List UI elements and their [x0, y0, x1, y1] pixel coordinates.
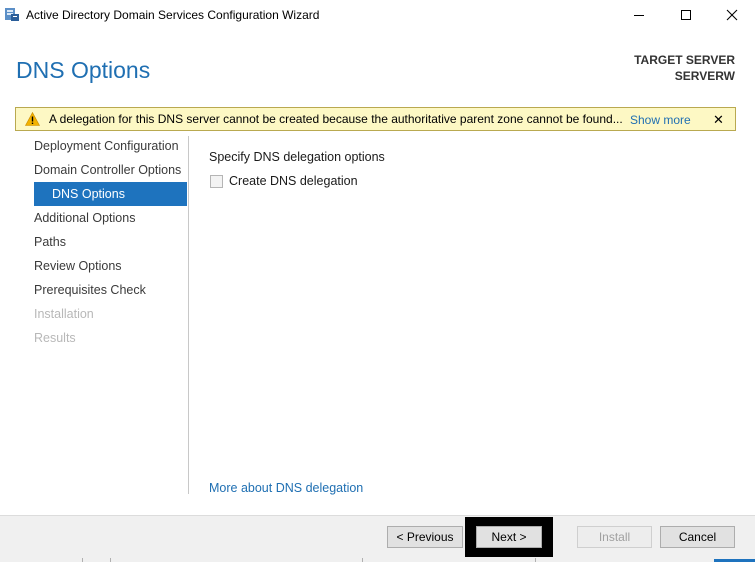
bottom-strip-divider — [362, 558, 363, 562]
dismiss-warning-icon[interactable]: ✕ — [713, 112, 724, 128]
close-icon[interactable] — [709, 0, 755, 30]
nav-item-prerequisites-check[interactable]: Prerequisites Check — [34, 278, 146, 302]
nav-item-paths[interactable]: Paths — [34, 230, 66, 254]
bottom-strip — [0, 558, 755, 562]
title-bar: Active Directory Domain Services Configu… — [0, 0, 755, 31]
ad-ds-wizard-icon — [5, 7, 19, 21]
next-button[interactable]: Next > — [476, 526, 542, 548]
nav-divider — [188, 136, 189, 494]
create-dns-delegation-label[interactable]: Create DNS delegation — [229, 174, 358, 188]
window-title: Active Directory Domain Services Configu… — [26, 8, 320, 22]
nav-item-deployment-configuration[interactable]: Deployment Configuration — [34, 134, 179, 158]
delegation-options-heading: Specify DNS delegation options — [209, 150, 385, 164]
warning-message: A delegation for this DNS server cannot … — [49, 112, 623, 126]
create-dns-delegation-checkbox[interactable] — [210, 175, 223, 188]
cancel-button[interactable]: Cancel — [660, 526, 735, 548]
install-button: Install — [577, 526, 652, 548]
nav-item-review-options[interactable]: Review Options — [34, 254, 122, 278]
show-more-link[interactable]: Show more — [630, 113, 691, 127]
nav-item-dns-options[interactable]: DNS Options — [34, 182, 187, 206]
target-server-name: SERVERW — [674, 69, 735, 83]
warning-bar: A delegation for this DNS server cannot … — [15, 107, 736, 131]
target-server-label: TARGET SERVER — [634, 53, 735, 67]
nav-item-results: Results — [34, 331, 76, 345]
bottom-strip-divider — [110, 558, 111, 562]
nav-item-installation: Installation — [34, 307, 94, 321]
maximize-icon[interactable] — [663, 0, 709, 30]
minimize-icon[interactable] — [616, 0, 662, 30]
previous-button[interactable]: < Previous — [387, 526, 463, 548]
nav-item-domain-controller-options[interactable]: Domain Controller Options — [34, 158, 181, 182]
bottom-strip-divider — [82, 558, 83, 562]
warning-icon — [24, 111, 41, 126]
page-title: DNS Options — [16, 57, 151, 83]
more-about-dns-delegation-link[interactable]: More about DNS delegation — [209, 481, 363, 495]
nav-item-additional-options[interactable]: Additional Options — [34, 206, 135, 230]
bottom-strip-divider — [535, 558, 536, 562]
